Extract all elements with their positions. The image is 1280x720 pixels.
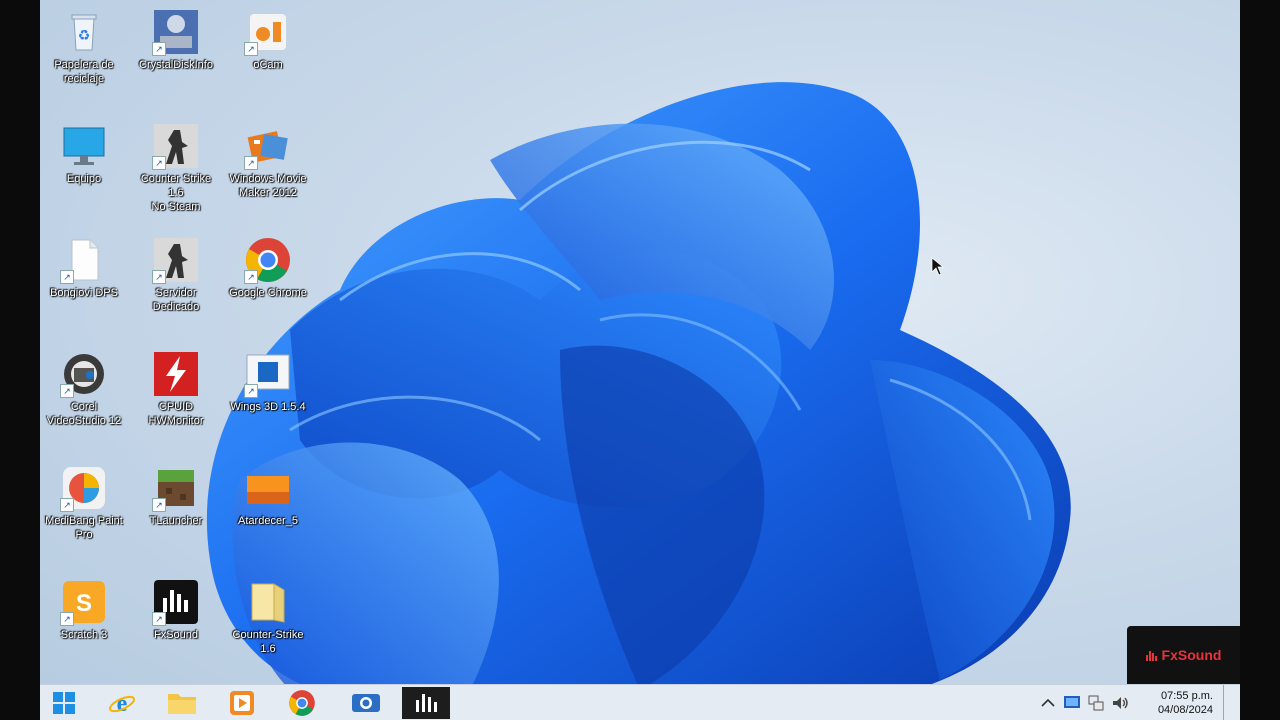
speaker-icon[interactable]: [1109, 692, 1131, 714]
crystaldiskinfo-icon: ↗: [152, 8, 200, 56]
chrome-icon: ↗: [244, 236, 292, 284]
icon-label: CrystalDiskInfo: [139, 59, 213, 71]
fxsound-button[interactable]: [402, 687, 450, 719]
fxsound-bars-icon: [1145, 651, 1157, 661]
scratch-icon: S ↗: [60, 578, 108, 626]
svg-text:♻: ♻: [78, 27, 91, 43]
chrome-icon: [289, 690, 315, 716]
medibang-icon: ↗: [60, 464, 108, 512]
icon-label: Counter-Strike 1.6: [232, 629, 304, 655]
image-file-icon: [244, 464, 292, 512]
counter-strike-icon: ↗: [152, 122, 200, 170]
icon-label: Equipo: [66, 173, 102, 185]
desktop-icon-chrome[interactable]: ↗ Google Chrome: [225, 234, 311, 338]
desktop-icon-wings3d[interactable]: ↗ Wings 3D 1.5.4: [225, 348, 311, 452]
desktop-icon-counter-strike[interactable]: ↗ Counter Strike 1.6 No Steam: [133, 120, 219, 224]
clock-time: 07:55 p.m.: [1161, 690, 1213, 702]
desktop-icon-atardecer[interactable]: Atardecer_5: [225, 462, 311, 566]
icon-label: CPUID HWMonitor: [148, 401, 204, 427]
internet-explorer-button[interactable]: e: [98, 687, 146, 719]
icon-label: Google Chrome: [229, 287, 307, 299]
desktop-icon-bongiovi[interactable]: ↗ Bongiovi DPS: [41, 234, 127, 338]
start-button[interactable]: [40, 687, 88, 719]
fxsound-logo: FxSound: [1145, 647, 1222, 663]
desktop-icon-equipo[interactable]: Equipo: [41, 120, 127, 224]
desktop-icon-medibang[interactable]: ↗ MediBang Paint Pro: [41, 462, 127, 566]
desktop-icon-corel[interactable]: ↗ Corel VideoStudio 12: [41, 348, 127, 452]
fxsound-popup[interactable]: FxSound: [1127, 626, 1240, 684]
fxsound-icon: [416, 694, 437, 712]
chevron-up-icon[interactable]: [1037, 692, 1059, 714]
icon-label: Counter Strike 1.6 No Steam: [140, 173, 212, 213]
windows-start-icon: [53, 692, 75, 714]
tlauncher-icon: ↗: [152, 464, 200, 512]
network-monitor-icon[interactable]: [1061, 692, 1083, 714]
clock-date: 04/08/2024: [1157, 704, 1213, 716]
fxsound-brand-text: FxSound: [1161, 647, 1222, 663]
recycle-bin-icon: ♻: [60, 8, 108, 56]
show-desktop-button[interactable]: [1223, 685, 1230, 720]
icon-label: Servidor Dedicado: [152, 287, 200, 313]
icon-label: oCam: [253, 59, 283, 71]
media-player-icon: [230, 691, 254, 715]
icon-label: Bongiovi DPS: [50, 287, 118, 299]
wallpaper-bloom: [206, 82, 1071, 701]
file-explorer-button[interactable]: [158, 687, 206, 719]
corel-videostudio-icon: ↗: [60, 350, 108, 398]
svg-text:S: S: [76, 590, 92, 617]
desktop-icon-scratch[interactable]: S ↗ Scratch 3: [41, 576, 127, 680]
desktop-icon-servidor-dedicado[interactable]: ↗ Servidor Dedicado: [133, 234, 219, 338]
icon-label: Windows Movie Maker 2012: [229, 173, 307, 199]
desktop-icon-fxsound[interactable]: ↗ FxSound: [133, 576, 219, 680]
desktop-icon-hwmonitor[interactable]: CPUID HWMonitor: [133, 348, 219, 452]
system-tray: 07:55 p.m. 04/08/2024: [1037, 685, 1230, 720]
folder-icon: [168, 694, 196, 714]
icon-label: Scratch 3: [60, 629, 108, 641]
camera-icon: [352, 694, 380, 712]
icon-label: Wings 3D 1.5.4: [230, 401, 306, 413]
internet-explorer-icon: e: [109, 691, 135, 717]
wings3d-icon: ↗: [244, 350, 292, 398]
ocam-icon: ↗: [244, 8, 292, 56]
desktop-icon-recycle-bin[interactable]: ♻ Papelera de reciclaje: [41, 6, 127, 110]
desktop-icon-ocam[interactable]: ↗ oCam: [225, 6, 311, 110]
desktop-icon-crystaldiskinfo[interactable]: ↗ CrystalDiskInfo: [133, 6, 219, 110]
letterbox-left: [0, 0, 40, 720]
icon-label: Atardecer_5: [238, 515, 298, 527]
desktop-icon-movie-maker[interactable]: ↗ Windows Movie Maker 2012: [225, 120, 311, 224]
media-player-button[interactable]: [218, 687, 266, 719]
movie-maker-icon: ↗: [244, 122, 292, 170]
svg-text:e: e: [117, 691, 128, 717]
desktop-icon-tlauncher[interactable]: ↗ TLauncher: [133, 462, 219, 566]
folder-icon: [244, 578, 292, 626]
screen-recorder-button[interactable]: [342, 687, 390, 719]
icon-label: Corel VideoStudio 12: [46, 401, 122, 427]
icon-label: FxSound: [153, 629, 199, 641]
desktop-screen: ♻ Papelera de reciclaje ↗ CrystalDiskInfo…: [40, 0, 1240, 720]
counter-strike-server-icon: ↗: [152, 236, 200, 284]
taskbar: e 07:55 p.m. 04/08/2024: [40, 684, 1240, 720]
clock[interactable]: 07:55 p.m. 04/08/2024: [1145, 689, 1213, 717]
fxsound-icon: ↗: [152, 578, 200, 626]
computer-icon: [60, 122, 108, 170]
hwmonitor-icon: [152, 350, 200, 398]
chrome-button[interactable]: [278, 687, 326, 719]
letterbox-right: [1240, 0, 1280, 720]
icon-label: Papelera de reciclaje: [54, 59, 114, 85]
icon-label: TLauncher: [149, 515, 203, 527]
document-icon: ↗: [60, 236, 108, 284]
network-icon[interactable]: [1085, 692, 1107, 714]
desktop-icon-counter-strike-folder[interactable]: Counter-Strike 1.6: [225, 576, 311, 680]
icon-label: MediBang Paint Pro: [45, 515, 123, 541]
